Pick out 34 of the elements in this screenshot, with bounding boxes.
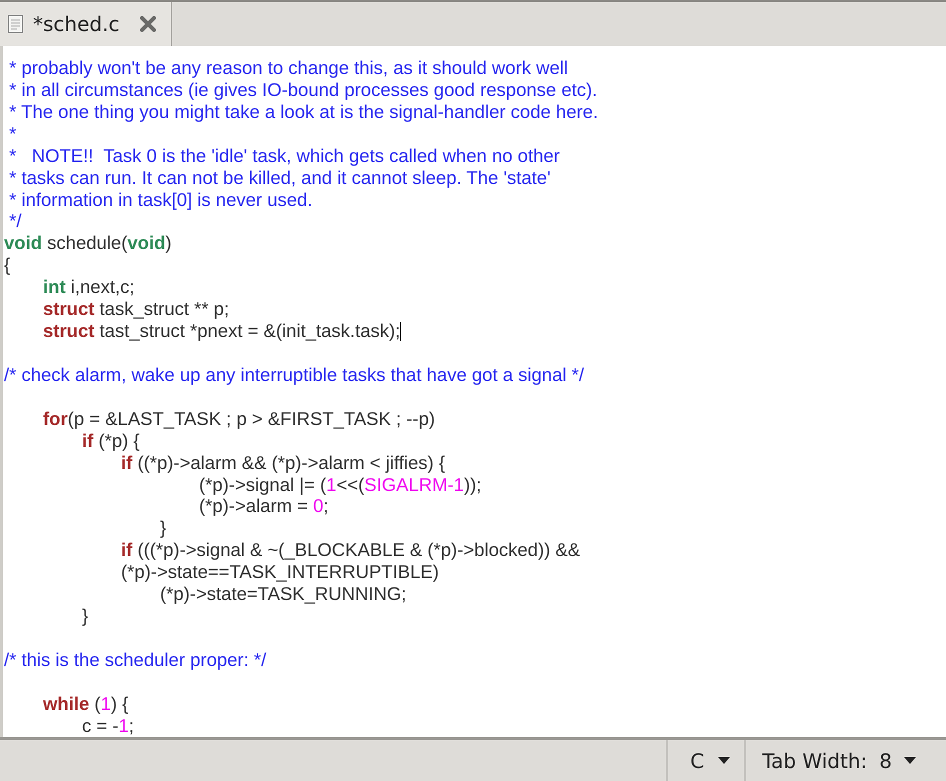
code-line: * The one thing you might take a look at is the signal-handler code here. [8,100,598,123]
caret-icon [904,757,916,764]
code-line: * [8,122,16,145]
code-line: } [159,517,166,540]
code-line: * NOTE!! Task 0 is the 'idle' task, which gets called when no other [8,144,560,167]
code-line: (*p)->state==TASK_INTERRUPTIBLE) [120,561,439,584]
code-line: { [3,254,10,276]
code-line: * information in task[0] is never used. [8,188,312,210]
code-line: (*p)->signal |= (1<<(SIGALRM-1)); [198,474,482,496]
code-line: /* this is the scheduler proper: */ [3,648,266,671]
code-line: for(p = &LAST_TASK ; p > &FIRST_TASK ; --p) [42,408,436,430]
file-tab[interactable]: *sched.c [0,2,172,46]
code-line: while (1) { [42,692,128,715]
code-line: */ [8,210,22,232]
close-tab-button[interactable] [139,15,158,33]
code-line: c = -1; [81,714,134,737]
close-icon [139,15,158,33]
code-line: if ((*p)->alarm && (*p)->alarm < jiffies) { [120,452,446,474]
code-line: } [81,605,88,627]
code-line: int i,next,c; [42,276,134,298]
code-line: struct tast_struct *pnext = &(init_task.task); [42,320,402,342]
code-line: (*p)->alarm = 0; [198,495,329,518]
code-line: (*p)->state=TASK_RUNNING; [159,583,406,606]
code-line: void schedule(void) [3,232,172,254]
code-line: /* check alarm, wake up any interruptible tasks that have got a signal */ [3,364,584,386]
code-line: struct task_struct ** p; [42,298,230,320]
code-line: if (*p) { [81,430,140,452]
caret-icon [718,757,730,764]
document-icon [8,15,23,33]
code-line: if (((*p)->signal & ~(_BLOCKABLE & (*p)->blocked)) && [120,539,580,562]
code-line: * tasks can run. It can not be killed, and it cannot sleep. The 'state' [8,166,551,189]
tab-title: *sched.c [33,12,120,36]
code-line: * in all circumstances (ie gives IO-bound processes good response etc). [8,78,598,101]
code-line: * probably won't be any reason to change this, as it should work well [8,57,568,79]
